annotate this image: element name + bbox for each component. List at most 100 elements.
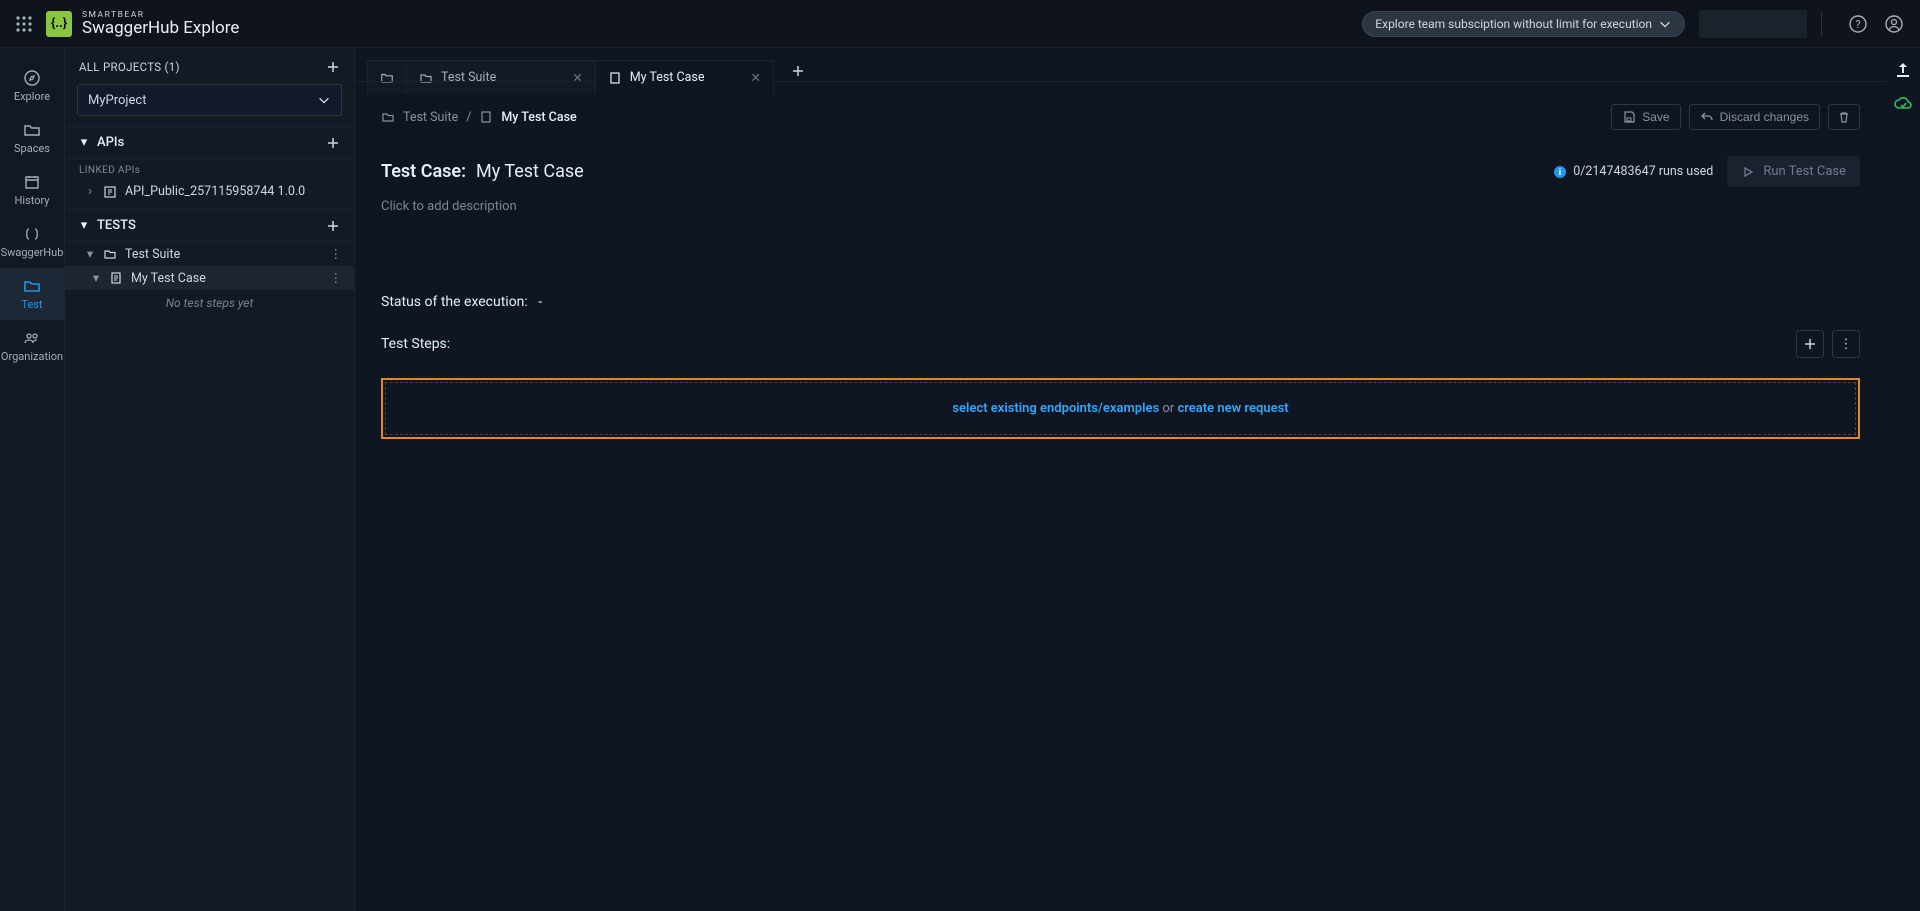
topbar: {..} SMARTBEAR SwaggerHub Explore Explor… [0, 0, 1920, 48]
tab-my-test-case[interactable]: My Test Case ✕ [595, 60, 774, 94]
brand-logo-icon: {..} [46, 11, 72, 37]
linked-api-name: API_Public_257115958744 1.0.0 [125, 184, 305, 199]
rail-explore-label: Explore [14, 90, 50, 103]
braces-icon [23, 225, 41, 243]
save-label: Save [1642, 110, 1669, 124]
run-test-case-button[interactable]: Run Test Case [1727, 156, 1860, 187]
apis-label: APIs [97, 135, 124, 150]
tests-section-header[interactable]: ▾ TESTS [65, 209, 354, 242]
breadcrumb-current: My Test Case [501, 110, 576, 125]
save-icon [1622, 110, 1636, 124]
upload-icon[interactable] [1893, 60, 1913, 80]
chevron-down-icon: ▾ [91, 270, 101, 286]
description-placeholder[interactable]: Click to add description [381, 199, 1860, 214]
play-icon [1741, 165, 1755, 179]
rail-organization-label: Organization [1, 350, 63, 363]
rail-test[interactable]: Test [0, 268, 65, 320]
project-selected-label: MyProject [88, 93, 146, 108]
more-icon[interactable]: ⋮ [330, 246, 343, 262]
tab-my-test-case-label: My Test Case [630, 70, 705, 85]
rail-swaggerhub-label: SwaggerHub [1, 246, 64, 259]
folder-icon [381, 110, 395, 124]
right-rail [1886, 48, 1920, 911]
rail-history-label: History [15, 194, 50, 207]
empty-steps-note: No test steps yet [65, 290, 354, 316]
rail-spaces[interactable]: Spaces [0, 112, 65, 164]
drop-area[interactable]: select existing endpoints/examples or cr… [385, 382, 1856, 435]
rail-swaggerhub[interactable]: SwaggerHub [0, 216, 65, 268]
user-block-placeholder[interactable] [1699, 10, 1807, 38]
folder-icon [103, 247, 117, 261]
test-case-name: My Test Case [131, 271, 206, 286]
drop-area-highlight: select existing endpoints/examples or cr… [381, 378, 1860, 439]
new-tab-button[interactable] [781, 60, 815, 82]
runs-used-text: 0/2147483647 runs used [1573, 164, 1713, 179]
linked-apis-group-label: LINKED APIs [65, 159, 354, 180]
chevron-down-icon: ▾ [79, 135, 89, 150]
trash-icon [1837, 110, 1851, 124]
title-prefix: Test Case: [381, 161, 466, 182]
svg-text:?: ? [1855, 18, 1860, 31]
title-name[interactable]: My Test Case [476, 161, 584, 182]
add-project-icon[interactable] [326, 60, 340, 74]
breadcrumb-parent[interactable]: Test Suite [403, 110, 458, 125]
step-more-button[interactable]: ⋮ [1832, 330, 1860, 358]
test-case-row[interactable]: ▾ My Test Case ⋮ [65, 266, 354, 290]
test-suite-row[interactable]: ▾ Test Suite ⋮ [65, 242, 354, 266]
chevron-down-icon: ▾ [85, 246, 95, 262]
chevron-down-icon: ▾ [79, 218, 89, 233]
add-step-button[interactable] [1796, 330, 1824, 358]
projects-header: ALL PROJECTS (1) [79, 60, 180, 74]
tests-label: TESTS [97, 218, 136, 233]
rail-explore[interactable]: Explore [0, 60, 65, 112]
people-icon [23, 329, 41, 347]
folder-open-icon [23, 277, 41, 295]
info-icon[interactable]: i [1553, 165, 1567, 179]
test-suite-name: Test Suite [125, 247, 180, 262]
rail-history[interactable]: History [0, 164, 65, 216]
brand-big: SwaggerHub Explore [82, 18, 239, 38]
test-steps-label: Test Steps: [381, 336, 450, 352]
cloud-check-icon[interactable] [1893, 94, 1913, 114]
chevron-right-icon: › [85, 184, 95, 199]
account-icon[interactable] [1880, 10, 1908, 38]
calendar-icon [23, 173, 41, 191]
add-test-icon[interactable] [326, 219, 340, 233]
tabstrip: Test Suite ✕ My Test Case ✕ [355, 48, 1886, 82]
rail-test-label: Test [21, 298, 42, 311]
create-new-request-link[interactable]: create new request [1177, 401, 1288, 416]
document-icon [608, 71, 622, 85]
api-spec-icon [103, 185, 117, 199]
undo-icon [1700, 110, 1714, 124]
save-button[interactable]: Save [1611, 104, 1680, 130]
app-launcher-icon[interactable] [8, 8, 40, 40]
discard-label: Discard changes [1720, 110, 1809, 124]
subscription-label: Explore team subsciption without limit f… [1375, 17, 1652, 31]
document-icon [109, 271, 123, 285]
nav-rail: Explore Spaces History SwaggerHub Test O… [0, 48, 65, 911]
delete-button[interactable] [1828, 104, 1860, 130]
project-select[interactable]: MyProject [77, 84, 342, 116]
discard-button[interactable]: Discard changes [1689, 104, 1820, 130]
chevron-down-icon [1658, 17, 1672, 31]
document-icon [479, 110, 493, 124]
close-icon[interactable]: ✕ [751, 70, 761, 86]
more-icon[interactable]: ⋮ [330, 270, 343, 286]
breadcrumb-sep: / [466, 110, 471, 125]
folder-icon [23, 121, 41, 139]
svg-text:i: i [1559, 168, 1561, 178]
chevron-down-icon [317, 93, 331, 107]
subscription-pill[interactable]: Explore team subsciption without limit f… [1362, 11, 1685, 37]
add-api-icon[interactable] [326, 136, 340, 150]
side-panel: ALL PROJECTS (1) MyProject ▾ APIs LINKED … [65, 48, 355, 911]
help-icon[interactable]: ? [1844, 10, 1872, 38]
brand-text: SMARTBEAR SwaggerHub Explore [82, 10, 239, 38]
apis-section-header[interactable]: ▾ APIs [65, 126, 354, 159]
rail-spaces-label: Spaces [14, 142, 50, 155]
status-label: Status of the execution: [381, 294, 528, 310]
select-endpoints-link[interactable]: select existing endpoints/examples [952, 401, 1159, 416]
breadcrumb: Test Suite / My Test Case [381, 110, 577, 125]
rail-organization[interactable]: Organization [0, 320, 65, 372]
linked-api-row[interactable]: › API_Public_257115958744 1.0.0 [65, 180, 354, 203]
run-button-label: Run Test Case [1763, 164, 1846, 179]
